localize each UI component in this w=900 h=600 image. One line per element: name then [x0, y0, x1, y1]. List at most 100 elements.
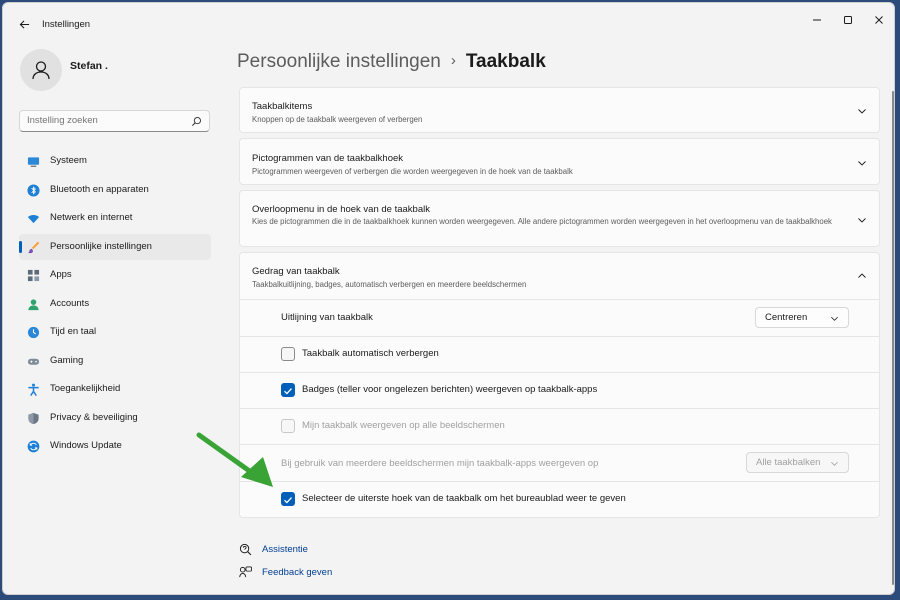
user-icon: [32, 61, 50, 80]
avatar[interactable]: [20, 49, 62, 91]
gamepad-icon: [27, 358, 40, 365]
title-bar: Instellingen: [3, 3, 894, 43]
wifi-icon: [27, 215, 40, 224]
brush-icon: [27, 241, 40, 253]
search-input[interactable]: [27, 115, 187, 126]
setting-row-autohide: Taakbalk automatisch verbergen: [239, 337, 880, 373]
sidebar-item-label: Persoonlijke instellingen: [50, 240, 152, 252]
chevron-down-icon: [831, 461, 838, 466]
autohide-checkbox[interactable]: [281, 347, 295, 361]
card-description: Taakbalkuitlijning, badges, automatisch …: [252, 280, 527, 289]
sidebar-item-label: Windows Update: [50, 440, 122, 451]
maximize-button[interactable]: [834, 11, 862, 29]
app-title: Instellingen: [42, 19, 91, 30]
all-displays-checkbox[interactable]: [281, 419, 295, 433]
help-link[interactable]: Assistentie: [262, 544, 308, 555]
update-icon: [27, 440, 40, 453]
close-icon: [875, 16, 883, 24]
sidebar-item-apps[interactable]: Apps: [19, 262, 211, 288]
globe-clock-icon: [27, 326, 40, 339]
setting-row-multi-display-apps: Bij gebruik van meerdere beeldschermen m…: [239, 445, 880, 482]
chevron-down-icon: [858, 218, 866, 223]
card-title: Pictogrammen van de taakbalkhoek: [252, 153, 404, 164]
alignment-label: Uitlijning van taakbalk: [281, 312, 373, 323]
sidebar-item-label: Systeem: [50, 155, 87, 166]
checkmark-icon: [284, 388, 292, 395]
search-box[interactable]: [19, 110, 210, 132]
minimize-button[interactable]: [803, 11, 831, 29]
sidebar-item-label: Apps: [50, 269, 72, 280]
show-desktop-checkbox[interactable]: [281, 492, 295, 506]
scrollbar[interactable]: [892, 91, 894, 585]
sidebar-item-privacy[interactable]: Privacy & beveiliging: [19, 405, 211, 431]
help-icon: [239, 543, 252, 556]
multi-display-apps-value: Alle taakbalken: [756, 457, 821, 468]
minimize-icon: [813, 19, 821, 21]
monitor-icon: [27, 157, 40, 167]
sidebar-item-label: Tijd en taal: [50, 326, 97, 337]
card-gedrag-van-taakbalk[interactable]: Gedrag van taakbalk Taakbalkuitlijning, …: [239, 252, 880, 300]
badges-label: Badges (teller voor ongelezen berichten)…: [302, 384, 598, 395]
setting-row-badges: Badges (teller voor ongelezen berichten)…: [239, 373, 880, 409]
sidebar-item-label: Netwerk en internet: [50, 212, 133, 223]
breadcrumb-parent[interactable]: Persoonlijke instellingen: [237, 51, 441, 72]
sidebar-item-gaming[interactable]: Gaming: [19, 348, 211, 374]
chevron-down-icon: [858, 109, 866, 114]
sidebar-item-label: Accounts: [50, 297, 90, 309]
feedback-icon: [239, 566, 252, 578]
close-button[interactable]: [865, 11, 893, 29]
chevron-down-icon: [858, 161, 866, 166]
feedback-link[interactable]: Feedback geven: [262, 567, 332, 578]
person-icon: [28, 298, 39, 310]
card-taakbalkitems[interactable]: Taakbalkitems Knoppen op de taakbalk wee…: [239, 87, 880, 133]
shield-icon: [28, 412, 39, 424]
sidebar-item-label: Bluetooth en apparaten: [50, 183, 149, 195]
badges-checkbox[interactable]: [281, 383, 295, 397]
bluetooth-icon: [27, 183, 40, 197]
search-icon[interactable]: [191, 116, 202, 127]
autohide-label: Taakbalk automatisch verbergen: [302, 348, 439, 359]
sidebar-nav: Systeem Bluetooth en apparaten Netwerk e…: [19, 148, 211, 462]
setting-row-alignment: Uitlijning van taakbalk Centreren: [239, 300, 880, 337]
sidebar-item-bluetooth[interactable]: Bluetooth en apparaten: [19, 177, 211, 203]
breadcrumb: Persoonlijke instellingen › Taakbalk: [237, 51, 546, 73]
back-button[interactable]: [15, 15, 33, 33]
multi-display-apps-label: Bij gebruik van meerdere beeldschermen m…: [281, 458, 599, 469]
sidebar-item-label: Gaming: [50, 354, 84, 366]
setting-row-all-displays: Mijn taakbalk weergeven op alle beeldsch…: [239, 409, 880, 445]
card-description: Pictogrammen weergeven of verbergen die …: [252, 167, 573, 176]
page-title: Taakbalk: [465, 51, 546, 72]
sidebar-item-toegankelijkheid[interactable]: Toegankelijkheid: [19, 376, 211, 402]
all-displays-label: Mijn taakbalk weergeven op alle beeldsch…: [302, 420, 505, 431]
sidebar-item-windows-update[interactable]: Windows Update: [19, 433, 211, 459]
multi-display-apps-dropdown[interactable]: Alle taakbalken: [746, 452, 849, 473]
sidebar-item-label: Toegankelijkheid: [50, 383, 121, 394]
apps-icon: [27, 269, 40, 282]
show-desktop-label: Selecteer de uiterste hoek van de taakba…: [302, 493, 626, 504]
breadcrumb-separator: ›: [450, 52, 456, 69]
sidebar-item-persoonlijke-instellingen[interactable]: Persoonlijke instellingen: [19, 233, 211, 260]
annotation-arrow: [196, 432, 273, 487]
card-title: Overloopmenu in de hoek van de taakbalk: [252, 204, 430, 215]
setting-row-show-desktop: Selecteer de uiterste hoek van de taakba…: [239, 482, 880, 518]
sidebar-item-label: Privacy & beveiliging: [50, 411, 138, 423]
card-description: Knoppen op de taakbalk weergeven of verb…: [252, 115, 423, 124]
checkmark-icon: [284, 497, 292, 504]
settings-window: Instellingen Stefan . Systeem Bluetooth …: [2, 2, 895, 595]
arrow-left-icon: [19, 19, 29, 29]
alignment-value: Centreren: [765, 312, 808, 323]
chevron-down-icon: [831, 316, 838, 321]
chevron-up-icon: [858, 273, 866, 278]
sidebar-item-accounts[interactable]: Accounts: [19, 291, 211, 317]
user-name: Stefan .: [70, 60, 108, 72]
card-title: Taakbalkitems: [252, 101, 313, 112]
alignment-dropdown[interactable]: Centreren: [755, 307, 849, 328]
maximize-icon: [844, 16, 852, 24]
card-description: Kies de pictogrammen die in de taakbalkh…: [252, 217, 832, 226]
sidebar-item-systeem[interactable]: Systeem: [19, 148, 211, 174]
card-title: Gedrag van taakbalk: [252, 266, 340, 277]
sidebar-item-tijd-en-taal[interactable]: Tijd en taal: [19, 319, 211, 345]
sidebar-item-netwerk[interactable]: Netwerk en internet: [19, 205, 211, 231]
card-overloopmenu[interactable]: Overloopmenu in de hoek van de taakbalk …: [239, 190, 880, 247]
card-pictogrammen-taakbalkhoek[interactable]: Pictogrammen van de taakbalkhoek Pictogr…: [239, 138, 880, 185]
